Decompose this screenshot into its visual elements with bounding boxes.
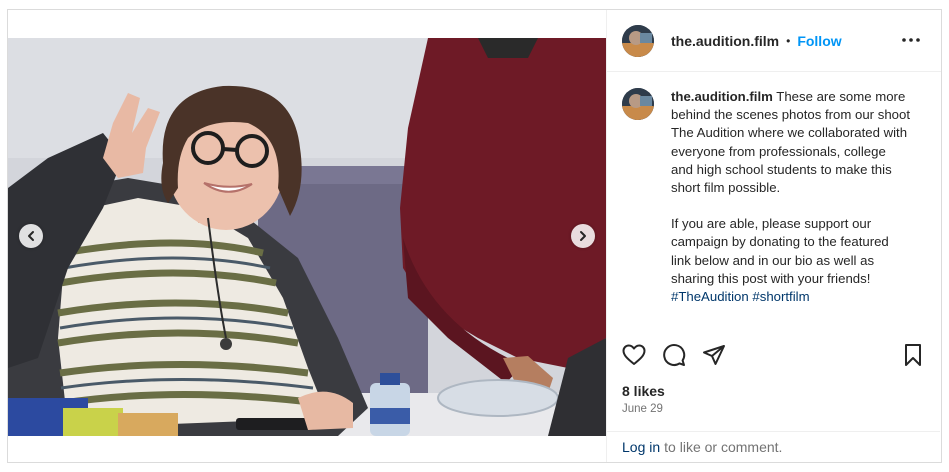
post-photo[interactable] xyxy=(8,38,606,436)
chevron-right-icon xyxy=(580,231,586,241)
follow-button[interactable]: Follow xyxy=(797,33,841,49)
more-options-button[interactable] xyxy=(899,30,923,50)
login-link[interactable]: Log in xyxy=(622,439,660,455)
post-username[interactable]: the.audition.film xyxy=(671,33,779,49)
save-button[interactable] xyxy=(900,342,926,368)
heart-icon xyxy=(622,344,646,365)
caption-body-2: If you are able, please support our camp… xyxy=(671,216,889,286)
photo-illustration xyxy=(8,38,606,436)
bookmark-icon xyxy=(905,344,921,366)
instagram-post: the.audition.film • Follow the.audition.… xyxy=(7,9,942,463)
caption-avatar[interactable] xyxy=(622,88,654,120)
hashtag-link[interactable]: #TheAudition xyxy=(671,289,749,304)
share-button[interactable] xyxy=(701,342,727,368)
chevron-left-icon xyxy=(28,231,34,241)
likes-count[interactable]: 8 likes xyxy=(622,383,665,399)
caption-area: the.audition.film These are some more be… xyxy=(607,72,941,324)
like-button[interactable] xyxy=(621,342,647,368)
action-bar xyxy=(607,336,940,376)
previous-photo-button[interactable] xyxy=(19,224,43,248)
share-icon xyxy=(703,345,725,365)
post-media xyxy=(8,10,606,462)
caption-body-1: These are some more behind the scenes ph… xyxy=(671,89,910,196)
comment-icon xyxy=(663,344,686,366)
caption-paragraph-2: If you are able, please support our camp… xyxy=(671,215,911,306)
caption-text: the.audition.film These are some more be… xyxy=(671,88,911,324)
header-separator: • xyxy=(786,33,791,48)
more-horizontal-icon xyxy=(902,38,920,42)
post-date[interactable]: June 29 xyxy=(622,403,663,415)
next-photo-button[interactable] xyxy=(571,224,595,248)
hashtag-link[interactable]: #shortfilm xyxy=(752,289,809,304)
post-header: the.audition.film • Follow xyxy=(607,10,941,72)
login-prompt-text: to like or comment. xyxy=(664,439,783,455)
avatar-image xyxy=(622,88,654,120)
avatar[interactable] xyxy=(622,24,654,57)
comment-button[interactable] xyxy=(661,342,687,368)
login-footer: Log in to like or comment. xyxy=(607,431,940,462)
avatar-image xyxy=(622,24,654,57)
post-sidebar: the.audition.film • Follow the.audition.… xyxy=(606,10,941,462)
caption-username[interactable]: the.audition.film xyxy=(671,89,773,104)
caption-paragraph-1: the.audition.film These are some more be… xyxy=(671,88,911,197)
